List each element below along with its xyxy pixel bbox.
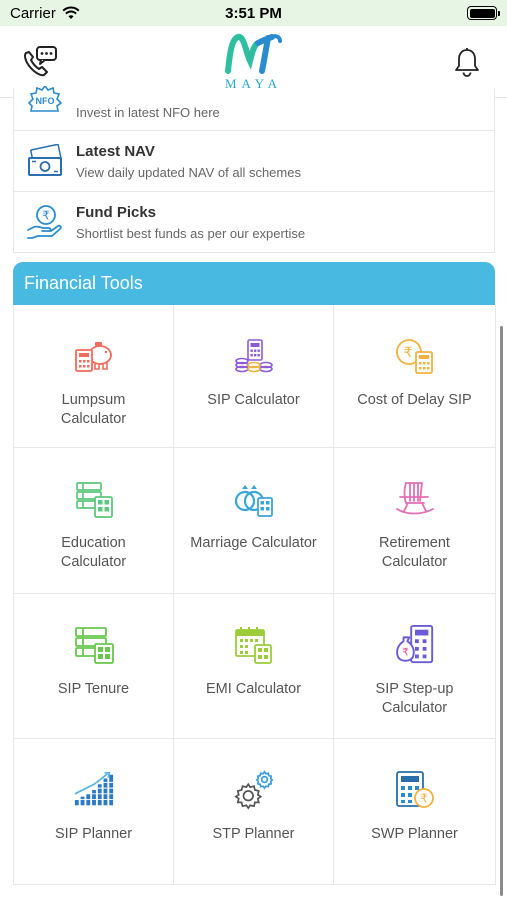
menu-subtitle: Shortlist best funds as per our expertis… bbox=[76, 225, 306, 241]
menu-item-latest-nav[interactable]: Latest NAV View daily updated NAV of all… bbox=[14, 130, 494, 191]
tools-grid: Lumpsum Calculator SIP Calculator ₹ Cost… bbox=[13, 305, 496, 885]
tool-label: Education Calculator bbox=[60, 535, 127, 570]
tool-sip-calculator[interactable]: SIP Calculator bbox=[174, 305, 334, 448]
tool-retirement-calculator[interactable]: Retirement Calculator bbox=[334, 448, 496, 594]
tool-education-calculator[interactable]: Education Calculator bbox=[14, 448, 174, 594]
tool-emi-calculator[interactable]: EMI Calculator bbox=[174, 594, 334, 739]
tool-label: Cost of Delay SIP bbox=[357, 392, 472, 408]
svg-text:₹: ₹ bbox=[420, 792, 428, 806]
rupee-hand-icon: ₹ bbox=[26, 203, 64, 241]
tool-sip-planner[interactable]: SIP Planner bbox=[14, 739, 174, 885]
tool-label: SIP Step-up Calculator bbox=[375, 681, 454, 716]
battery-icon bbox=[467, 6, 500, 20]
tool-label: Marriage Calculator bbox=[190, 535, 317, 551]
tool-label: EMI Calculator bbox=[205, 681, 302, 697]
calculator-rupee-icon: ₹ bbox=[394, 769, 436, 811]
menu-title: Latest NAV bbox=[76, 142, 155, 160]
tool-marriage-calculator[interactable]: Marriage Calculator bbox=[174, 448, 334, 594]
bar-growth-icon bbox=[72, 769, 115, 811]
chat-phone-icon[interactable] bbox=[20, 42, 60, 82]
status-left: Carrier bbox=[10, 5, 80, 22]
menu-list: NFO Invest in latest NFO here Latest NAV… bbox=[13, 86, 495, 253]
scrollbar[interactable] bbox=[500, 326, 503, 896]
maya-logo: MAYA bbox=[224, 31, 284, 92]
tool-stp-planner[interactable]: STP Planner bbox=[174, 739, 334, 885]
rupee-coin-calculator-icon: ₹ bbox=[394, 335, 436, 377]
screen: Carrier 3:51 PM MAYA NFO Invest in lates… bbox=[0, 0, 507, 900]
tool-label: Lumpsum Calculator bbox=[60, 392, 127, 427]
tool-sip-tenure[interactable]: SIP Tenure bbox=[14, 594, 174, 739]
tool-label: Retirement Calculator bbox=[379, 535, 450, 570]
tool-label: STP Planner bbox=[212, 826, 295, 842]
rings-calculator-icon bbox=[233, 478, 275, 520]
books-calculator-icon bbox=[73, 478, 115, 520]
gears-icon bbox=[233, 769, 275, 811]
books-calculator-icon bbox=[73, 624, 115, 666]
tool-label: SIP Calculator bbox=[207, 392, 300, 408]
tool-sip-step-up-calculator[interactable]: ₹ SIP Step-up Calculator bbox=[334, 594, 496, 739]
rupee-bag-calculator-icon: ₹ bbox=[394, 624, 436, 666]
menu-subtitle: Invest in latest NFO here bbox=[76, 105, 220, 120]
svg-text:NFO: NFO bbox=[36, 96, 55, 106]
menu-text: Latest NAV View daily updated NAV of all… bbox=[76, 143, 301, 180]
battery-fill bbox=[469, 8, 495, 18]
svg-text:₹: ₹ bbox=[403, 345, 412, 361]
svg-text:₹: ₹ bbox=[42, 209, 50, 223]
calendar-calculator-icon bbox=[233, 624, 275, 666]
rocking-chair-icon bbox=[394, 478, 436, 520]
tool-label: SIP Planner bbox=[54, 826, 133, 842]
tool-lumpsum-calculator[interactable]: Lumpsum Calculator bbox=[14, 305, 174, 448]
tool-cost-of-delay-sip[interactable]: ₹ Cost of Delay SIP bbox=[334, 305, 496, 448]
coins-calculator-icon bbox=[233, 335, 275, 377]
status-bar: Carrier 3:51 PM bbox=[0, 0, 507, 26]
financial-tools-card: Financial Tools Lumpsum Calculator SIP C… bbox=[13, 262, 496, 885]
menu-item-fund-picks[interactable]: ₹ Fund Picks Shortlist best funds as per… bbox=[14, 191, 494, 252]
banknote-icon bbox=[26, 142, 64, 180]
menu-title: Fund Picks bbox=[76, 203, 157, 221]
svg-text:₹: ₹ bbox=[402, 647, 409, 659]
piggy-bank-calculator-icon bbox=[73, 335, 115, 377]
menu-text: Invest in latest NFO here bbox=[76, 105, 220, 120]
bell-icon[interactable] bbox=[447, 42, 487, 82]
tool-label: SIP Tenure bbox=[57, 681, 130, 697]
tool-label: SWP Planner bbox=[371, 826, 458, 842]
menu-subtitle: View daily updated NAV of all schemes bbox=[76, 164, 301, 180]
maya-logo-mark bbox=[224, 34, 282, 74]
wifi-icon bbox=[62, 6, 80, 19]
menu-text: Fund Picks Shortlist best funds as per o… bbox=[76, 204, 305, 241]
nfo-icon: NFO bbox=[26, 82, 64, 120]
tool-swp-planner[interactable]: ₹ SWP Planner bbox=[334, 739, 496, 885]
carrier-label: Carrier bbox=[10, 4, 56, 22]
financial-tools-header: Financial Tools bbox=[13, 262, 495, 305]
menu-item-nfo[interactable]: NFO Invest in latest NFO here bbox=[14, 86, 494, 130]
